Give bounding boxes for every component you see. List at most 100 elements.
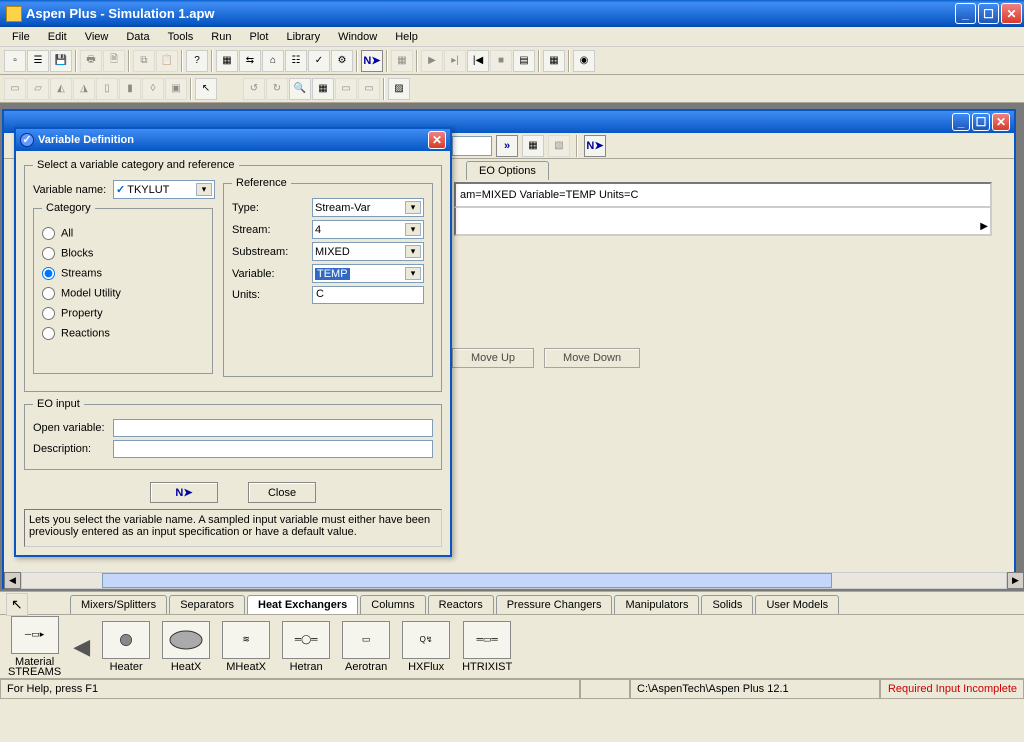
zoom-fit-button[interactable]: 🔍 — [289, 78, 311, 100]
cat-property[interactable]: Property — [42, 307, 204, 320]
ptab-reactors[interactable]: Reactors — [428, 595, 494, 614]
palette-hetran[interactable]: ═◯═Hetran — [282, 621, 330, 673]
pfd-b3[interactable]: ◭ — [50, 78, 72, 100]
pfd-b7[interactable]: ◊ — [142, 78, 164, 100]
palette-mheatx[interactable]: ≋MHeatX — [222, 621, 270, 673]
pfd-b8[interactable]: ▣ — [165, 78, 187, 100]
ptab-mixers[interactable]: Mixers/Splitters — [70, 595, 167, 614]
menu-view[interactable]: View — [77, 29, 117, 45]
new-button[interactable]: ▫ — [4, 50, 26, 72]
minimize-button[interactable]: _ — [955, 3, 976, 24]
menu-run[interactable]: Run — [203, 29, 239, 45]
paste-button[interactable]: 📋 — [156, 50, 178, 72]
tool-chart-button[interactable]: ▦ — [216, 50, 238, 72]
run-play-button[interactable]: ▶ — [421, 50, 443, 72]
menu-plot[interactable]: Plot — [241, 29, 276, 45]
inner-n-button[interactable]: N➤ — [584, 135, 606, 157]
palette-heatx[interactable]: HeatX — [162, 621, 210, 673]
cat-all[interactable]: All — [42, 227, 204, 240]
ptab-manipulators[interactable]: Manipulators — [614, 595, 699, 614]
print-preview-button[interactable]: 🗎 — [103, 50, 125, 72]
hscroll-right-arrow[interactable]: ▶ — [1007, 572, 1024, 589]
run-stop-button[interactable]: ■ — [490, 50, 512, 72]
inner-next-button[interactable]: » — [496, 135, 518, 157]
inner-icon1[interactable]: ▦ — [522, 135, 544, 157]
open-button[interactable]: ☰ — [27, 50, 49, 72]
zoom-b5[interactable]: ▭ — [358, 78, 380, 100]
ptab-separators[interactable]: Separators — [169, 595, 245, 614]
palette-left-pointer[interactable]: ↖ — [6, 593, 28, 616]
ptab-pressure[interactable]: Pressure Changers — [496, 595, 613, 614]
palette-hxflux[interactable]: Q↯HXFlux — [402, 621, 450, 673]
hscrollbar[interactable]: ◀ ▶ — [2, 572, 1024, 589]
run-calc-button[interactable]: ▦ — [391, 50, 413, 72]
stream-combo[interactable]: 4 — [312, 220, 424, 239]
dialog-next-button[interactable]: N➤ — [150, 482, 218, 503]
cat-model-utility[interactable]: Model Utility — [42, 287, 204, 300]
dialog-close-btn[interactable]: Close — [248, 482, 316, 503]
units-edit[interactable]: C — [312, 286, 424, 304]
tool-home-button[interactable]: ⌂ — [262, 50, 284, 72]
menu-tools[interactable]: Tools — [160, 29, 202, 45]
options-gear-button[interactable]: ◉ — [573, 50, 595, 72]
palette-aerotran[interactable]: ▭Aerotran — [342, 621, 390, 673]
tool-check-button[interactable]: ✓ — [308, 50, 330, 72]
inner-icon2[interactable]: ▧ — [548, 135, 570, 157]
menu-window[interactable]: Window — [330, 29, 385, 45]
moveup-button[interactable]: Move Up — [452, 348, 534, 368]
pointer-button[interactable]: ↖ — [195, 78, 217, 100]
dialog-close-button[interactable]: ✕ — [428, 131, 446, 149]
palette-heater[interactable]: Heater — [102, 621, 150, 673]
ptab-solids[interactable]: Solids — [701, 595, 753, 614]
ptab-columns[interactable]: Columns — [360, 595, 425, 614]
hscroll-thumb[interactable] — [102, 573, 832, 588]
open-var-edit[interactable] — [113, 419, 433, 437]
child-minimize-button[interactable]: _ — [952, 113, 970, 131]
run-results-button[interactable]: ▤ — [513, 50, 535, 72]
next-button[interactable]: N➤ — [361, 50, 383, 72]
type-combo[interactable]: Stream-Var — [312, 198, 424, 217]
hscroll-track[interactable] — [21, 572, 1007, 589]
pfd-b2[interactable]: ▱ — [27, 78, 49, 100]
run-rewind-button[interactable]: |◀ — [467, 50, 489, 72]
ptab-usermodels[interactable]: User Models — [755, 595, 839, 614]
cat-streams[interactable]: Streams — [42, 267, 204, 280]
tool-tree-button[interactable]: ☷ — [285, 50, 307, 72]
palette-material-streams[interactable]: ─▭▸ Material STREAMS — [8, 616, 61, 678]
tool-flow-button[interactable]: ⇆ — [239, 50, 261, 72]
description-edit[interactable] — [113, 440, 433, 458]
hscroll-left-arrow[interactable]: ◀ — [4, 572, 21, 589]
results-table-button[interactable]: ▦ — [312, 78, 334, 100]
zoom-b1[interactable]: ↺ — [243, 78, 265, 100]
child-close-button[interactable]: ✕ — [992, 113, 1010, 131]
dialog-titlebar[interactable]: ✓ Variable Definition ✕ — [16, 129, 450, 151]
misc-button[interactable]: ▨ — [388, 78, 410, 100]
menu-file[interactable]: File — [4, 29, 38, 45]
menu-data[interactable]: Data — [118, 29, 157, 45]
inner-combo[interactable] — [452, 136, 492, 156]
tab-eo-options[interactable]: EO Options — [466, 161, 549, 180]
run-step-button[interactable]: ▸| — [444, 50, 466, 72]
zoom-b2[interactable]: ↻ — [266, 78, 288, 100]
ptab-heatx[interactable]: Heat Exchangers — [247, 595, 358, 614]
run-monitor-button[interactable]: ▦ — [543, 50, 565, 72]
menu-edit[interactable]: Edit — [40, 29, 75, 45]
menu-library[interactable]: Library — [278, 29, 328, 45]
print-button[interactable]: 🖶 — [80, 50, 102, 72]
copy-button[interactable]: ⧉ — [133, 50, 155, 72]
close-button[interactable]: ✕ — [1001, 3, 1022, 24]
save-button[interactable]: 💾 — [50, 50, 72, 72]
movedown-button[interactable]: Move Down — [544, 348, 640, 368]
palette-nav-left[interactable]: ◀ — [73, 634, 90, 660]
menu-help[interactable]: Help — [387, 29, 426, 45]
whatsthis-button[interactable]: ? — [186, 50, 208, 72]
palette-htrixist[interactable]: ═▭═HTRIXIST — [462, 621, 512, 673]
varname-combo[interactable]: ✓TKYLUT — [113, 180, 215, 199]
pfd-button[interactable]: ▭ — [4, 78, 26, 100]
tool-sim-button[interactable]: ⚙ — [331, 50, 353, 72]
maximize-button[interactable]: ☐ — [978, 3, 999, 24]
pfd-b4[interactable]: ◮ — [73, 78, 95, 100]
zoom-b4[interactable]: ▭ — [335, 78, 357, 100]
pfd-b6[interactable]: ▮ — [119, 78, 141, 100]
cat-reactions[interactable]: Reactions — [42, 327, 204, 340]
